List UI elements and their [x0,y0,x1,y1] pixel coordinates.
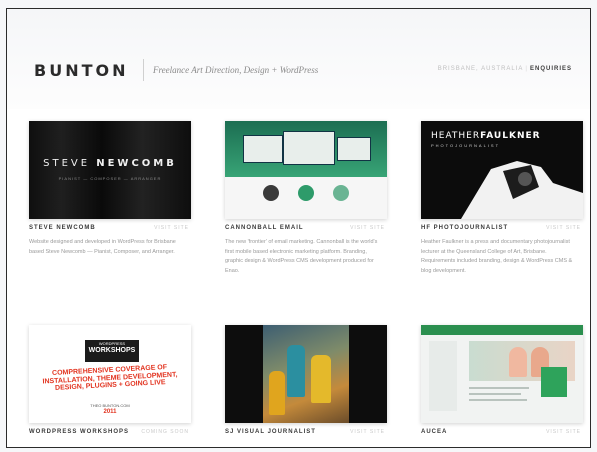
person-figure [509,347,527,377]
device-mockup [283,131,335,165]
workshop-year: 2011 [103,409,117,415]
thumb-heading-first: HEATHER [431,131,481,141]
project-thumbnail[interactable] [421,325,583,423]
workshop-footer: THEO BUNTON.COM [90,403,130,408]
text-line [469,387,529,389]
project-description: Heather Faulkner is a press and document… [421,239,573,274]
project-card-steve-newcomb: STEVE NEWCOMB PIANIST — COMPOSER — ARRAN… [29,121,191,255]
project-description: Website designed and developed in WordPr… [29,239,176,255]
visit-site-link[interactable]: VISIT SITE [154,225,189,231]
project-thumbnail[interactable]: STEVE NEWCOMB PIANIST — COMPOSER — ARRAN… [29,121,191,219]
browser-frame: BUNTON Freelance Art Direction, Design +… [6,8,591,448]
project-title[interactable]: HF PHOTOJOURNALIST [421,225,508,231]
device-mockup [243,135,283,163]
project-title[interactable]: STEVE NEWCOMB [29,225,96,231]
badge-big-text: WORKSHOPS [88,346,136,354]
workshop-badge: WORDPRESS WORKSHOPS [85,340,139,362]
project-card-wordpress-workshops: WORDPRESS WORKSHOPS COMPREHENSIVE COVERAG… [29,325,191,435]
thumb-subheading: PHOTOJOURNALIST [431,143,501,148]
device-mockup [337,137,371,161]
project-card-cannonball-email: CANNONBALL EMAIL VISIT SITE The new 'fro… [225,121,387,274]
text-line [469,399,527,401]
project-title[interactable]: AUCEA [421,429,447,435]
player-figure [287,345,305,397]
visit-site-link[interactable]: VISIT SITE [350,225,385,231]
project-card-sj-visual-journalist: SJ VISUAL JOURNALIST VISIT SITE [225,325,387,435]
thumb-heading: HEATHERFAULKNER [431,131,541,141]
site-logo[interactable]: BUNTON [34,61,128,80]
thumb-name-first: STEVE [43,158,91,169]
site-tagline: Freelance Art Direction, Design + WordPr… [153,65,319,75]
visit-site-link[interactable]: VISIT SITE [546,429,581,435]
project-thumbnail[interactable] [225,325,387,423]
header-nav: BRISBANE, AUSTRALIA | ENQUIRIES [438,66,572,72]
project-title[interactable]: WORDPRESS WORKSHOPS [29,429,129,435]
thumb-heading-last: FAULKNER [480,131,541,141]
feature-icon [263,185,279,201]
project-thumbnail[interactable] [225,121,387,219]
location-label: BRISBANE, AUSTRALIA [437,66,524,72]
tagline-divider [143,59,144,81]
site-sidebar [429,341,457,411]
project-title[interactable]: SJ VISUAL JOURNALIST [225,429,316,435]
visit-site-link[interactable]: VISIT SITE [546,225,581,231]
text-line [469,393,521,395]
player-figure [269,371,285,415]
site-header: BUNTON Freelance Art Direction, Design +… [7,9,590,109]
thumb-title: STEVE NEWCOMB [29,158,191,169]
project-description: The new 'frontier' of email marketing. C… [225,239,378,274]
site-green-panel [541,367,567,397]
thumb-name-last: NEWCOMB [96,158,177,169]
player-figure [311,355,331,403]
thumb-subtitle: PIANIST — COMPOSER — ARRANGER [58,176,162,181]
feature-icon [333,185,349,201]
coming-soon-label: COMING SOON [141,429,189,435]
project-card-hf-photojournalist: HEATHERFAULKNER PHOTOJOURNALIST HF PHOTO… [421,121,583,274]
project-card-aucea: AUCEA VISIT SITE [421,325,583,435]
site-nav-bar [421,325,583,335]
project-thumbnail[interactable]: WORDPRESS WORKSHOPS COMPREHENSIVE COVERAG… [29,325,191,423]
workshop-coverage-text: COMPREHENSIVE COVERAGE OF INSTALLATION, … [42,364,178,393]
project-title[interactable]: CANNONBALL EMAIL [225,225,304,231]
project-thumbnail[interactable]: HEATHERFAULKNER PHOTOJOURNALIST [421,121,583,219]
visit-site-link[interactable]: VISIT SITE [350,429,385,435]
enquiries-link[interactable]: ENQUIRIES [530,66,572,72]
feature-icon [298,185,314,201]
